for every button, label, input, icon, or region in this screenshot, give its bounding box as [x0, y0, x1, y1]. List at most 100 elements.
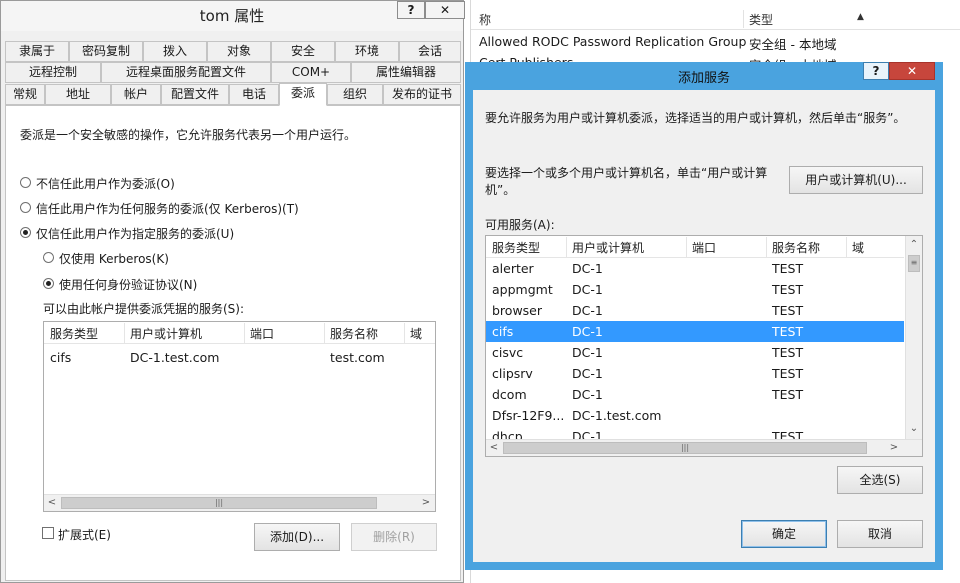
scroll-thumb[interactable]: ≡	[908, 255, 920, 272]
tab-sessions[interactable]: 会话	[399, 41, 461, 62]
radio-trust-any[interactable]	[20, 202, 31, 213]
cell-user-computer: DC-1	[572, 387, 603, 402]
tab-member-of[interactable]: 隶属于	[5, 41, 69, 62]
tab-password-replication[interactable]: 密码复制	[69, 41, 143, 62]
cell-user-computer: DC-1	[572, 282, 603, 297]
expanded-checkbox[interactable]	[42, 527, 54, 539]
scroll-thumb[interactable]: |||	[503, 442, 867, 454]
scroll-right-icon[interactable]: >	[418, 496, 434, 510]
column-service-type[interactable]: 服务类型	[50, 325, 98, 342]
available-services-label: 可用服务(A):	[485, 218, 555, 232]
cell-service-type: cisvc	[492, 345, 524, 360]
tab-security[interactable]: 安全	[271, 41, 335, 62]
dialog-help-button[interactable]: ?	[863, 62, 889, 80]
column-port[interactable]: 端口	[250, 325, 274, 342]
close-icon: ✕	[906, 64, 918, 78]
column-divider	[766, 237, 767, 257]
cell-user-computer: DC-1	[572, 429, 603, 439]
list-item-name[interactable]: Allowed RODC Password Replication Group	[479, 34, 746, 49]
table-row[interactable]: dcom DC-1 TEST	[486, 384, 904, 405]
users-computers-button[interactable]: 用户或计算机(U)...	[789, 166, 923, 194]
dialog-close-button[interactable]: ✕	[889, 62, 935, 80]
table-row[interactable]: Dfsr-12F9... DC-1.test.com	[486, 405, 904, 426]
column-service-name[interactable]: 服务名称	[772, 239, 820, 256]
tab-telephones[interactable]: 电话	[229, 84, 279, 105]
horizontal-scrollbar[interactable]: < ||| >	[486, 439, 922, 456]
column-user-computer[interactable]: 用户或计算机	[572, 239, 644, 256]
cell-service-name: TEST	[772, 261, 804, 276]
table-row[interactable]: browser DC-1 TEST	[486, 300, 904, 321]
table-row[interactable]: dhcp DC-1 TEST	[486, 426, 904, 439]
select-prompt-line2: 机”。	[485, 183, 516, 197]
expanded-label[interactable]: 扩展式(E)	[58, 526, 111, 543]
tab-delegation[interactable]: 委派	[279, 83, 327, 106]
table-row[interactable]: clipsrv DC-1 TEST	[486, 363, 904, 384]
sort-up-icon: ▲	[857, 12, 864, 22]
available-services-list[interactable]: 服务类型 用户或计算机 端口 服务名称 域 alerter DC-1 TEST app…	[485, 235, 923, 457]
ok-button[interactable]: 确定	[741, 520, 827, 548]
tab-object[interactable]: 对象	[207, 41, 271, 62]
cell-service-type: cifs	[50, 350, 72, 365]
scroll-thumb[interactable]: |||	[61, 497, 377, 509]
select-all-button[interactable]: 全选(S)	[837, 466, 923, 494]
scroll-up-icon[interactable]: ⌃	[906, 238, 922, 252]
add-button[interactable]: 添加(D)...	[254, 523, 340, 551]
table-row[interactable]: appmgmt DC-1 TEST	[486, 279, 904, 300]
tab-published-certificates[interactable]: 发布的证书	[383, 84, 461, 105]
vertical-scrollbar[interactable]: ⌃ ≡ ⌄	[905, 236, 922, 439]
tab-account[interactable]: 帐户	[111, 84, 161, 105]
dialog-instructions: 要允许服务为用户或计算机委派，选择适当的用户或计算机，然后单击“服务”。	[485, 111, 906, 125]
radio-trust-specified-label[interactable]: 仅信任此用户作为指定服务的委派(U)	[36, 225, 234, 242]
radio-no-trust[interactable]	[20, 177, 31, 188]
column-port[interactable]: 端口	[692, 239, 716, 256]
horizontal-scrollbar[interactable]: < ||| >	[44, 494, 435, 511]
radio-trust-specified[interactable]	[20, 227, 31, 238]
tab-profile[interactable]: 配置文件	[161, 84, 229, 105]
services-label: 可以由此帐户提供委派凭据的服务(S):	[43, 302, 245, 316]
tab-remote-control[interactable]: 远程控制	[5, 62, 101, 83]
column-user-computer[interactable]: 用户或计算机	[130, 325, 202, 342]
cell-service-name: TEST	[772, 345, 804, 360]
column-service-name[interactable]: 服务名称	[330, 325, 378, 342]
cell-user-computer: DC-1.test.com	[130, 350, 220, 365]
cell-user-computer: DC-1.test.com	[572, 408, 662, 423]
column-domain[interactable]: 域	[852, 239, 864, 256]
tab-organization[interactable]: 组织	[327, 84, 383, 105]
delegated-services-list[interactable]: 服务类型 用户或计算机 端口 服务名称 域 cifs DC-1.test.com…	[43, 321, 436, 512]
tab-dial-in[interactable]: 拨入	[143, 41, 207, 62]
scroll-left-icon[interactable]: <	[44, 496, 60, 510]
column-name-header[interactable]: 称	[479, 11, 491, 28]
help-button[interactable]: ?	[397, 1, 425, 19]
tab-environment[interactable]: 环境	[335, 41, 399, 62]
radio-kerberos-only-label[interactable]: 仅使用 Kerberos(K)	[59, 250, 169, 267]
column-domain[interactable]: 域	[410, 325, 422, 342]
dialog-body: 要允许服务为用户或计算机委派，选择适当的用户或计算机，然后单击“服务”。 要选择…	[473, 90, 935, 562]
column-divider	[686, 237, 687, 257]
column-service-type[interactable]: 服务类型	[492, 239, 540, 256]
radio-any-protocol[interactable]	[43, 278, 54, 289]
remove-button[interactable]: 删除(R)	[351, 523, 437, 551]
cell-service-type: appmgmt	[492, 282, 553, 297]
column-divider	[244, 323, 245, 343]
tab-general[interactable]: 常规	[5, 84, 45, 105]
cancel-button[interactable]: 取消	[837, 520, 923, 548]
radio-no-trust-label[interactable]: 不信任此用户作为委派(O)	[36, 175, 175, 192]
table-row[interactable]: cisvc DC-1 TEST	[486, 342, 904, 363]
tab-attribute-editor[interactable]: 属性编辑器	[351, 62, 461, 83]
tom-properties-window: tom 属性 ? ✕ 隶属于 密码复制 拨入 对象 安全 环境 会话 远程控制 …	[0, 0, 465, 583]
scroll-right-icon[interactable]: >	[886, 441, 902, 455]
table-row[interactable]: cifs DC-1 TEST	[486, 321, 904, 342]
tab-rds-profile[interactable]: 远程桌面服务配置文件	[101, 62, 271, 83]
column-type-header[interactable]: 类型	[749, 11, 773, 28]
scroll-left-icon[interactable]: <	[486, 441, 502, 455]
window-title: tom 属性	[199, 7, 265, 25]
radio-any-protocol-label[interactable]: 使用任何身份验证协议(N)	[59, 276, 197, 293]
radio-trust-any-label[interactable]: 信任此用户作为任何服务的委派(仅 Kerberos)(T)	[36, 200, 299, 217]
radio-kerberos-only[interactable]	[43, 252, 54, 263]
close-button[interactable]: ✕	[425, 1, 465, 19]
tab-address[interactable]: 地址	[45, 84, 111, 105]
tab-com-plus[interactable]: COM+	[271, 62, 351, 83]
scroll-down-icon[interactable]: ⌄	[906, 422, 922, 436]
cell-service-type: Dfsr-12F9...	[492, 408, 565, 423]
table-row[interactable]: alerter DC-1 TEST	[486, 258, 904, 279]
